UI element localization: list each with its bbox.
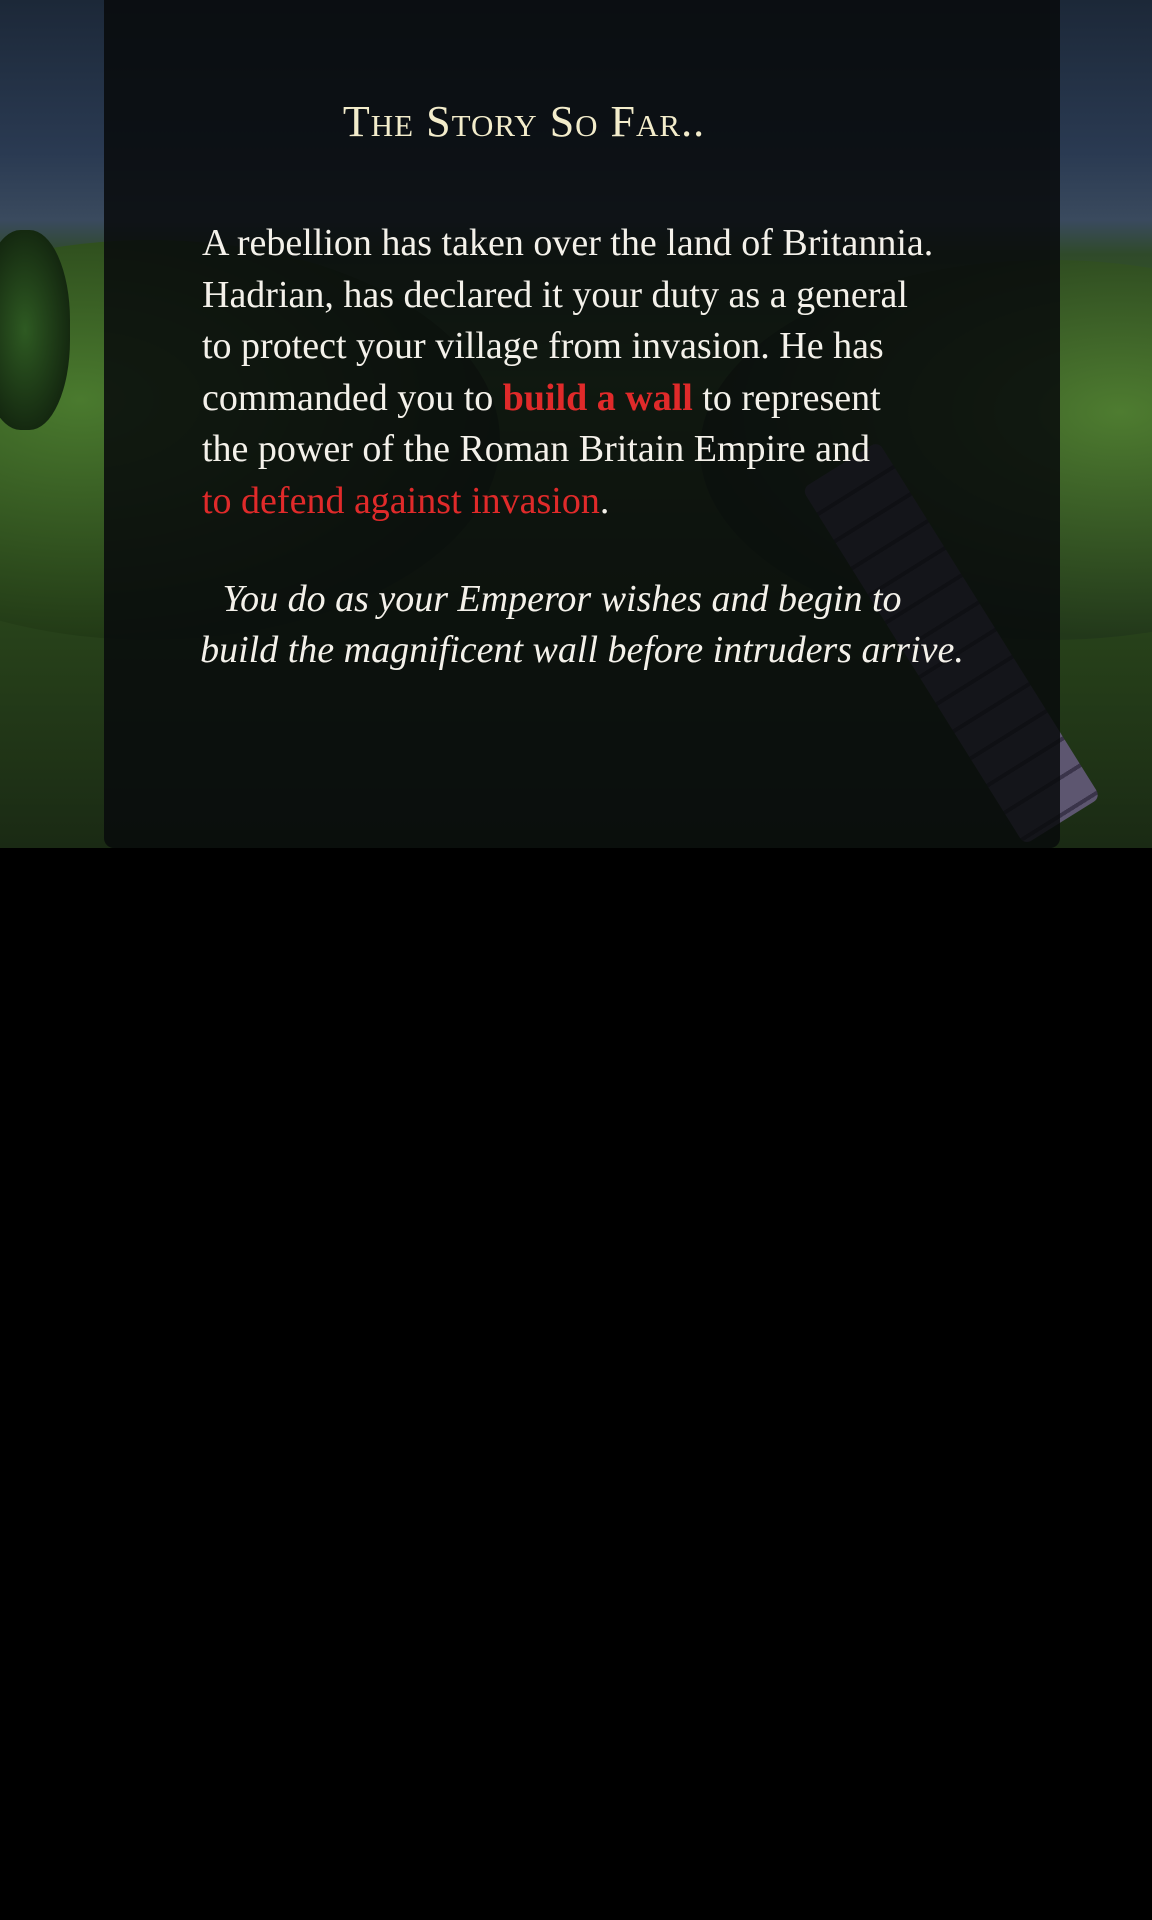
- text: to represent: [692, 376, 881, 419]
- story-line: A rebellion has taken over the land of B…: [202, 222, 934, 264]
- italic-line: You do as your Emperor wishes and begin …: [222, 578, 902, 620]
- text: .: [599, 479, 610, 522]
- story-title: The Story So Far..: [342, 97, 706, 146]
- story-line: the power of the Roman Britain Empire an…: [202, 428, 870, 470]
- highlight-defend: to defend against invasion: [202, 479, 600, 522]
- story-line: to defend against invasion.: [202, 476, 933, 528]
- text: commanded you to: [202, 376, 503, 419]
- story-panel[interactable]: The Story So Far.. A rebellion has taken…: [104, 0, 1060, 848]
- story-line: Hadrian, has declared it your duty as a …: [202, 273, 908, 316]
- story-body: A rebellion has taken over the land of B…: [202, 218, 933, 527]
- story-italic: You do as your Emperor wishes and begin …: [104, 574, 1060, 676]
- highlight-build-wall: build a wall: [502, 376, 693, 419]
- story-line: commanded you to build a wall to represe…: [202, 373, 933, 425]
- story-line: to protect your village from invasion. H…: [202, 325, 884, 367]
- italic-line: build the magnificent wall before intrud…: [200, 629, 964, 671]
- tree: [0, 230, 70, 430]
